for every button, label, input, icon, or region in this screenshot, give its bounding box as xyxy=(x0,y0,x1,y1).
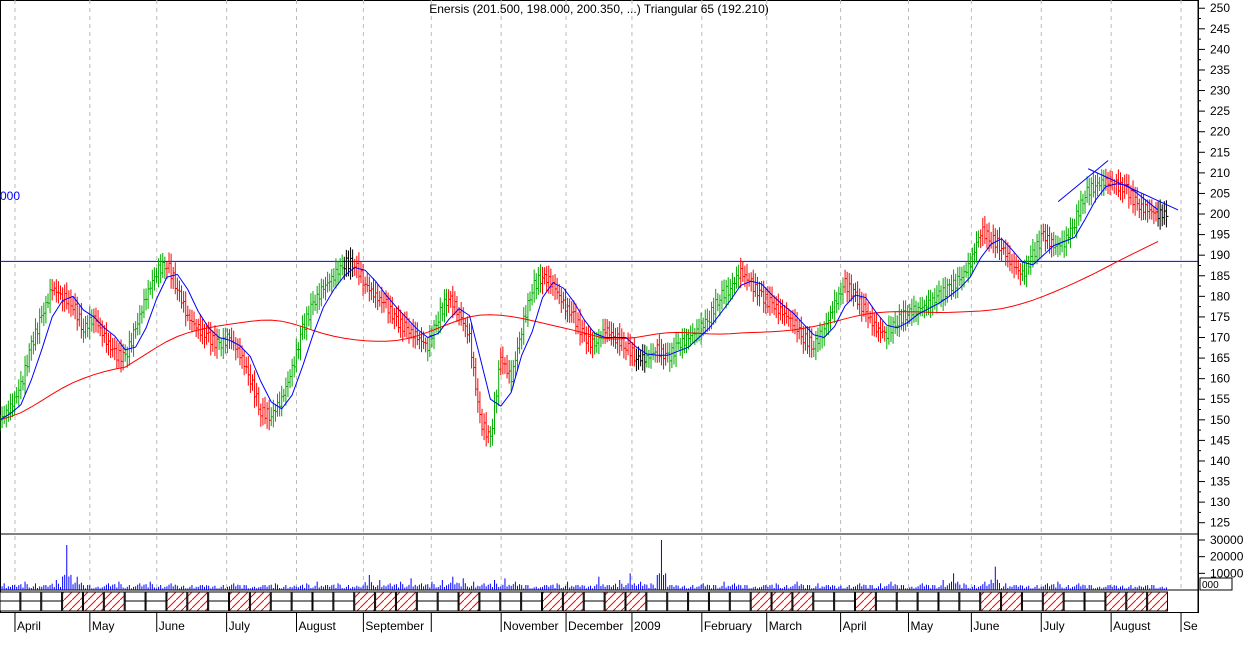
price-tick-label: 125 xyxy=(1210,516,1230,530)
volume-overlay-label: 000 xyxy=(1202,580,1219,591)
month-label: August xyxy=(1113,619,1151,633)
price-tick-label: 220 xyxy=(1210,125,1230,139)
trend-strip-cell xyxy=(103,591,125,612)
price-tick-label: 245 xyxy=(1210,22,1230,36)
trend-strip-cell xyxy=(375,591,396,612)
price-tick-label: 145 xyxy=(1210,433,1230,447)
trend-strip-cell xyxy=(625,591,647,612)
trend-strip-cell xyxy=(542,591,563,612)
volume-tick-label: 30000 xyxy=(1210,533,1244,547)
price-tick-label: 200 xyxy=(1210,207,1230,221)
trend-strip-cell xyxy=(855,591,876,612)
price-tick-label: 190 xyxy=(1210,248,1230,262)
month-label: Se xyxy=(1183,619,1198,633)
price-tick-label: 165 xyxy=(1210,351,1230,365)
price-tick-label: 195 xyxy=(1210,228,1230,242)
month-label: March xyxy=(769,619,802,633)
month-label: July xyxy=(229,619,250,633)
price-tick-label: 250 xyxy=(1210,1,1230,15)
chart-container: Enersis (201.500, 198.000, 200.350, ...)… xyxy=(0,0,1250,661)
month-label: May xyxy=(92,619,115,633)
month-label: May xyxy=(910,619,933,633)
price-tick-label: 205 xyxy=(1210,186,1230,200)
trend-strip-cell xyxy=(771,591,793,612)
trend-strip-cell xyxy=(1105,591,1127,612)
price-tick-label: 185 xyxy=(1210,269,1230,283)
trend-strip-cell xyxy=(82,591,104,612)
month-label: June xyxy=(973,619,999,633)
trend-strip-cell xyxy=(1147,591,1168,612)
month-label: June xyxy=(159,619,185,633)
month-label: July xyxy=(1043,619,1064,633)
price-tick-label: 210 xyxy=(1210,166,1230,180)
volume-tick-label: 20000 xyxy=(1210,550,1244,564)
chart-title: Enersis (201.500, 198.000, 200.350, ...)… xyxy=(429,2,769,16)
trend-strip-cell xyxy=(395,591,417,612)
price-tick-label: 140 xyxy=(1210,454,1230,468)
month-label: 2009 xyxy=(634,619,661,633)
price-tick-label: 135 xyxy=(1210,475,1230,489)
trend-strip-cell xyxy=(1001,591,1022,612)
trend-strip-cell xyxy=(249,591,271,612)
price-tick-label: 155 xyxy=(1210,392,1230,406)
month-label: February xyxy=(704,619,752,633)
trend-strip-cell xyxy=(187,591,209,612)
trend-strip-cell xyxy=(62,591,83,612)
trend-strip-cell xyxy=(458,591,480,612)
trend-strip-cell xyxy=(1126,591,1148,612)
price-tick-label: 160 xyxy=(1210,372,1230,386)
month-label: August xyxy=(299,619,337,633)
trend-strip-cell xyxy=(354,591,376,612)
month-label: April xyxy=(17,619,41,633)
trend-strip-cell xyxy=(166,591,188,612)
price-tick-label: 150 xyxy=(1210,413,1230,427)
month-label: November xyxy=(503,619,558,633)
trend-strip-cell xyxy=(750,591,772,612)
price-tick-label: 225 xyxy=(1210,104,1230,118)
left-level-label: 000 xyxy=(0,189,21,203)
month-label: September xyxy=(365,619,424,633)
month-label: December xyxy=(568,619,623,633)
price-tick-label: 230 xyxy=(1210,84,1230,98)
trend-strip-cell xyxy=(980,591,1002,612)
trend-strip-cell xyxy=(604,591,626,612)
trend-strip-cell xyxy=(1042,591,1064,612)
price-tick-label: 235 xyxy=(1210,63,1230,77)
trend-strip-cell xyxy=(792,591,814,612)
price-tick-label: 175 xyxy=(1210,310,1230,324)
triangular-ma-line xyxy=(0,240,1159,421)
price-tick-label: 180 xyxy=(1210,289,1230,303)
plot-frame xyxy=(0,0,1199,613)
price-tick-label: 240 xyxy=(1210,42,1230,56)
price-chart[interactable]: April May June July August September November D… xyxy=(0,0,1250,661)
month-label: April xyxy=(843,619,867,633)
price-tick-label: 215 xyxy=(1210,145,1230,159)
trend-strip-cell xyxy=(229,591,250,612)
price-tick-label: 170 xyxy=(1210,330,1230,344)
price-tick-label: 130 xyxy=(1210,495,1230,509)
trend-strip-cell xyxy=(562,591,584,612)
